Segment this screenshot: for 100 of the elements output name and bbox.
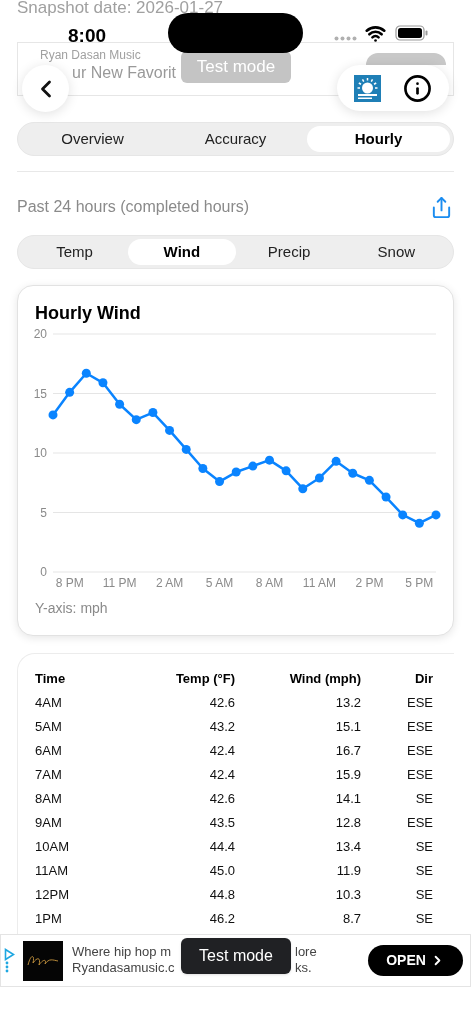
table-cell-text: 8AM bbox=[35, 790, 63, 809]
ad-headline: ur New Favorit bbox=[72, 64, 177, 82]
open-button[interactable]: OPEN bbox=[368, 945, 463, 976]
ad-text: lore bbox=[295, 944, 317, 959]
table-cell-text: 15.9 bbox=[334, 766, 361, 785]
data-point bbox=[231, 467, 241, 477]
ad-text: Where hip hop m bbox=[72, 944, 171, 959]
column-header: Temp (°F) bbox=[174, 670, 235, 689]
table-cell-text: 13.2 bbox=[334, 694, 361, 713]
data-point bbox=[248, 461, 258, 471]
data-point bbox=[81, 368, 91, 378]
table-cell-text: 42.4 bbox=[208, 742, 235, 761]
table-cell-text: ESE bbox=[406, 814, 433, 833]
table-cell-text: ESE bbox=[406, 718, 433, 737]
y-tick-label: 0 bbox=[40, 565, 47, 579]
data-point bbox=[364, 475, 374, 485]
advertiser-name: Ryan Dasan Music bbox=[40, 47, 141, 64]
axis-note: Y-axis: mph bbox=[34, 599, 109, 618]
table-cell-text: 42.6 bbox=[208, 790, 235, 809]
table-cell-text: 44.4 bbox=[208, 838, 235, 857]
x-tick-label: 5 AM bbox=[205, 576, 234, 590]
share-icon[interactable] bbox=[430, 195, 453, 219]
period-subtitle: Past 24 hours (completed hours) bbox=[17, 197, 250, 217]
table-cell-text: 43.5 bbox=[208, 814, 235, 833]
table-cell-text: 42.6 bbox=[208, 694, 235, 713]
x-tick-label: 8 PM bbox=[55, 576, 84, 590]
signal-icon bbox=[334, 36, 358, 41]
segment-tab[interactable]: Precip bbox=[235, 239, 343, 265]
table-cell-text: 12.8 bbox=[334, 814, 361, 833]
y-tick-label: 20 bbox=[33, 327, 47, 341]
table-cell-text: 11AM bbox=[35, 862, 69, 881]
info-icon[interactable] bbox=[403, 73, 432, 103]
wifi-icon bbox=[365, 23, 386, 44]
data-point bbox=[131, 415, 141, 425]
table-cell-text: 1PM bbox=[35, 910, 63, 929]
ad-text: Ryandasamusic.c bbox=[72, 960, 175, 975]
data-point bbox=[198, 463, 208, 473]
test-mode-toast: Test mode bbox=[181, 938, 291, 974]
segment-tab[interactable]: Temp bbox=[21, 239, 129, 265]
table-cell-text: SE bbox=[414, 790, 433, 809]
ad-choices-icon[interactable] bbox=[4, 948, 15, 973]
x-tick-label: 11 AM bbox=[302, 576, 336, 590]
data-point bbox=[115, 399, 125, 409]
x-tick-label: 2 AM bbox=[155, 576, 184, 590]
table-cell-text: 7AM bbox=[35, 766, 63, 785]
data-point bbox=[348, 468, 358, 478]
data-point bbox=[165, 425, 175, 435]
data-point bbox=[265, 455, 274, 465]
table-cell-text: 15.1 bbox=[334, 718, 361, 737]
table-cell-text: 5AM bbox=[35, 718, 63, 737]
table-cell-text: 12PM bbox=[35, 886, 70, 905]
data-point bbox=[414, 518, 424, 528]
data-point bbox=[298, 484, 308, 494]
table-cell-text: 13.4 bbox=[334, 838, 361, 857]
script-logo-icon bbox=[23, 940, 63, 981]
segment-tab[interactable]: Hourly bbox=[307, 126, 450, 152]
data-point bbox=[281, 466, 291, 476]
snapshot-date: Snapshot date: 2026-01-27 bbox=[16, 0, 225, 18]
table-cell-text: 42.4 bbox=[208, 766, 235, 785]
segment-tab[interactable]: Accuracy bbox=[164, 126, 307, 152]
table-cell-text: ESE bbox=[406, 742, 433, 761]
segment-tab[interactable]: Overview bbox=[21, 126, 164, 152]
table-cell-text: 4AM bbox=[35, 694, 63, 713]
chart-title: Hourly Wind bbox=[34, 302, 142, 324]
segment-tab[interactable]: Wind bbox=[128, 239, 236, 265]
data-point bbox=[98, 378, 108, 388]
table-cell-text: 11.9 bbox=[335, 862, 361, 881]
table-cell-text: 43.2 bbox=[208, 718, 235, 737]
y-tick-label: 15 bbox=[33, 386, 47, 401]
y-tick-label: 5 bbox=[40, 505, 47, 520]
table-cell-text: SE bbox=[414, 910, 433, 929]
data-point bbox=[431, 510, 441, 520]
segment-tab[interactable]: Snow bbox=[342, 239, 450, 265]
table-cell-text: 16.7 bbox=[334, 742, 361, 761]
table-cell-text: 6AM bbox=[35, 742, 63, 761]
x-tick-label: 5 PM bbox=[405, 576, 434, 590]
data-point bbox=[65, 387, 75, 397]
x-tick-label: 8 AM bbox=[255, 576, 284, 590]
table-cell-text: 8.7 bbox=[341, 910, 361, 929]
back-button[interactable] bbox=[22, 65, 69, 112]
ad-text: ks. bbox=[295, 960, 312, 975]
table-cell-text: 46.2 bbox=[208, 910, 235, 929]
column-header: Wind (mph) bbox=[288, 670, 361, 689]
data-point bbox=[181, 444, 191, 454]
sun-logo-icon[interactable] bbox=[354, 74, 381, 102]
column-header: Time bbox=[35, 670, 67, 689]
x-tick-label: 2 PM bbox=[355, 576, 384, 590]
data-point bbox=[398, 510, 408, 520]
data-point bbox=[148, 408, 158, 418]
table-cell-text: SE bbox=[414, 886, 433, 905]
status-time: 8:00 bbox=[68, 24, 107, 48]
table-cell-text: 10AM bbox=[35, 838, 70, 857]
table-cell-text: SE bbox=[414, 838, 433, 857]
table-cell-text: ESE bbox=[406, 694, 433, 713]
data-point bbox=[48, 410, 58, 420]
table-cell-text: 44.8 bbox=[208, 886, 235, 905]
data-point bbox=[331, 456, 341, 466]
data-point bbox=[381, 492, 391, 502]
test-mode-toast: Test mode bbox=[181, 51, 291, 83]
table-cell-text: 14.1 bbox=[334, 790, 361, 809]
